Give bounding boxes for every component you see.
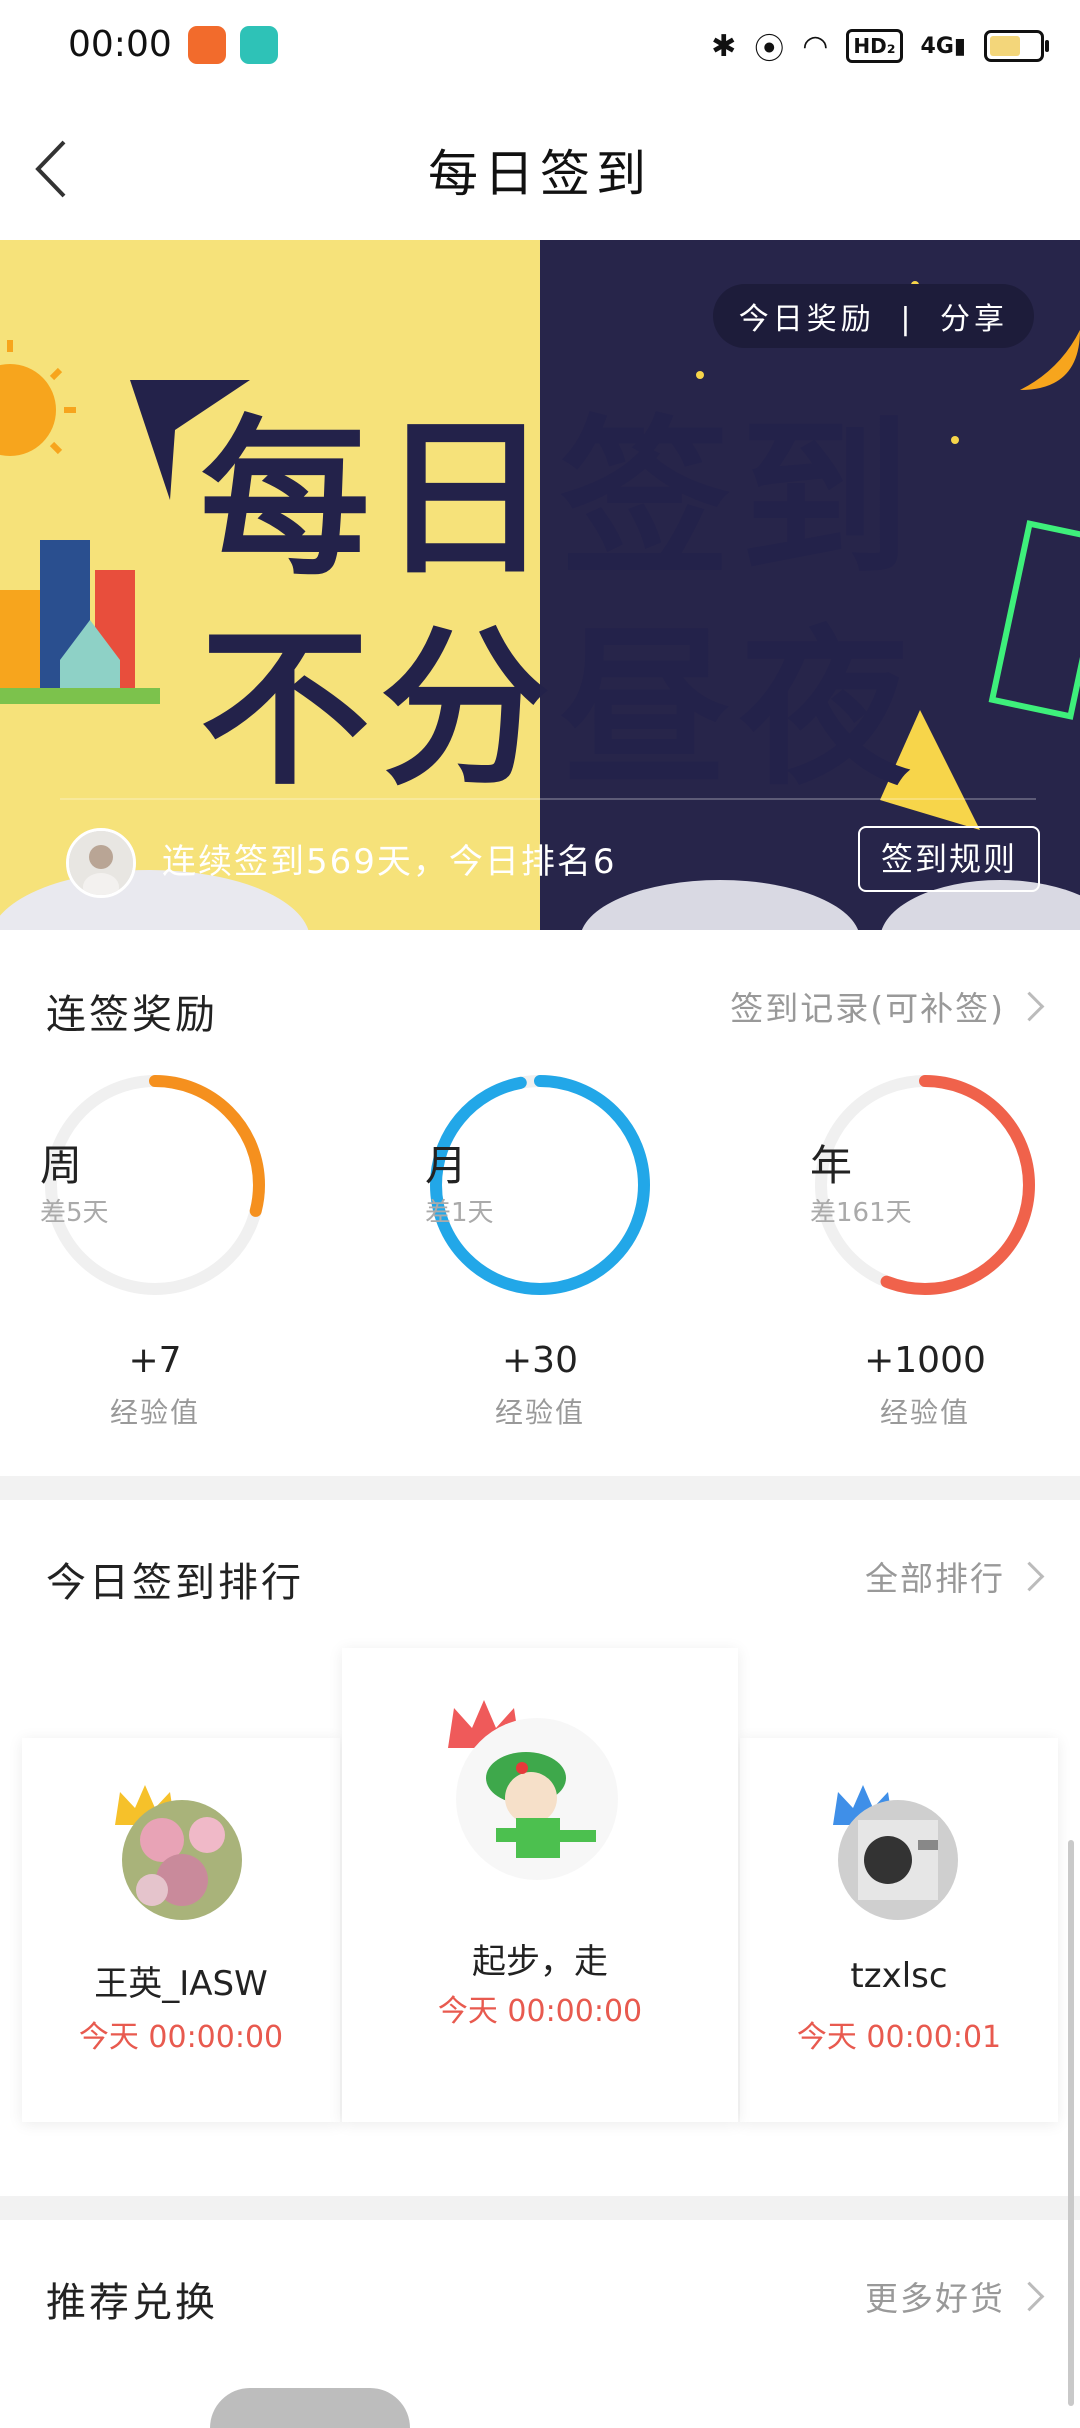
- status-time: 00:00: [68, 24, 172, 65]
- ranking-time-first: 今天 00:00:00: [437, 1994, 643, 2029]
- month-label: 月: [425, 1141, 468, 1190]
- chevron-right-icon: [1014, 1561, 1045, 1591]
- year-reward-points: +1000: [864, 1340, 986, 1381]
- ranking-avatar-first: [456, 1718, 618, 1880]
- streak-summary: 连续签到569天，今日排名6: [162, 842, 617, 882]
- banner-headline-2: 不分昼夜: [200, 611, 921, 809]
- app-notification-icon: [188, 26, 226, 64]
- ranking-avatar-second: [122, 1800, 242, 1920]
- scrollbar[interactable]: [1068, 1840, 1074, 2406]
- week-label: 周: [40, 1141, 83, 1190]
- signin-banner: 每日签到 不分昼夜 今日奖励 | 分享 连续签到569天，今日排名6 签到规则: [0, 240, 1080, 930]
- avatar-image: [69, 831, 133, 895]
- app-notification-icon-2: [240, 26, 278, 64]
- week-reward: +7 经验值: [40, 1340, 270, 1431]
- chevron-right-icon: [1014, 2281, 1045, 2311]
- section-divider-2: [0, 2196, 1080, 2220]
- recommend-title: 推荐兑换: [46, 2280, 218, 2326]
- reward-share-pill: 今日奖励 | 分享: [712, 284, 1034, 348]
- chevron-right-icon: [1014, 991, 1045, 1021]
- signin-record-link[interactable]: 签到记录(可补签): [730, 982, 1045, 1030]
- ranking-name-third: tzxlsc: [850, 1956, 948, 1996]
- user-avatar: [66, 828, 136, 898]
- location-icon: ⦿: [754, 32, 785, 67]
- week-reward-unit: 经验值: [109, 1396, 200, 1429]
- recommend-item-preview[interactable]: [210, 2388, 410, 2428]
- year-reward-unit: 经验值: [879, 1396, 970, 1429]
- ranking-card-third[interactable]: tzxlsc 今天 00:00:01: [740, 1738, 1058, 2122]
- battery-icon: [984, 30, 1049, 62]
- more-goods-label: 更多好货: [865, 2279, 1005, 2318]
- all-ranking-link[interactable]: 全部排行: [865, 1552, 1045, 1600]
- month-remaining: 差1天: [425, 1198, 494, 1228]
- year-reward-ring: 年 差161天: [810, 1070, 1040, 1300]
- year-label: 年: [810, 1141, 853, 1190]
- ranking-time-second: 今天 00:00:00: [78, 2020, 284, 2055]
- ranking-time-third: 今天 00:00:01: [796, 2020, 1002, 2055]
- share-link[interactable]: 分享: [940, 302, 1008, 337]
- signal-icon: 4G▮: [920, 33, 966, 59]
- signin-record-label: 签到记录(可补签): [730, 989, 1005, 1028]
- banner-headline-1: 每日签到: [200, 401, 921, 599]
- month-reward-ring: 月 差1天: [425, 1070, 655, 1300]
- ranking-card-first[interactable]: 起步，走 今天 00:00:00: [342, 1648, 738, 2122]
- ranking-card-second[interactable]: 王英_IASW 今天 00:00:00: [22, 1738, 340, 2122]
- bluetooth-icon: ✱: [711, 28, 737, 64]
- week-reward-ring: 周 差5天: [40, 1070, 270, 1300]
- ranking-name-first: 起步，走: [472, 1942, 608, 1982]
- week-reward-points: +7: [128, 1340, 182, 1381]
- year-remaining: 差161天: [810, 1198, 912, 1228]
- week-remaining: 差5天: [40, 1198, 109, 1228]
- month-reward: +30 经验值: [425, 1340, 655, 1431]
- streak-rewards-title: 连签奖励: [46, 992, 218, 1038]
- all-ranking-label: 全部排行: [865, 1559, 1005, 1598]
- ranking-title: 今日签到排行: [46, 1560, 304, 1606]
- status-bar: 00:00 ✱ ⦿ ◠ HD₂ 4G▮: [0, 0, 1080, 96]
- today-reward-link[interactable]: 今日奖励: [739, 302, 875, 337]
- hd-icon: HD₂: [846, 29, 903, 63]
- banner-divider: [60, 798, 1036, 800]
- ranking-name-second: 王英_IASW: [94, 1964, 268, 2004]
- wifi-icon: ◠: [802, 28, 829, 64]
- month-reward-points: +30: [502, 1340, 578, 1381]
- year-reward: +1000 经验值: [810, 1340, 1040, 1431]
- ranking-avatar-third: [838, 1800, 958, 1920]
- pill-separator: |: [900, 302, 915, 337]
- month-reward-unit: 经验值: [494, 1396, 585, 1429]
- more-goods-link[interactable]: 更多好货: [865, 2272, 1045, 2320]
- signin-rules-button[interactable]: 签到规则: [858, 826, 1040, 892]
- page-title: 每日签到: [428, 145, 652, 203]
- section-divider: [0, 1476, 1080, 1500]
